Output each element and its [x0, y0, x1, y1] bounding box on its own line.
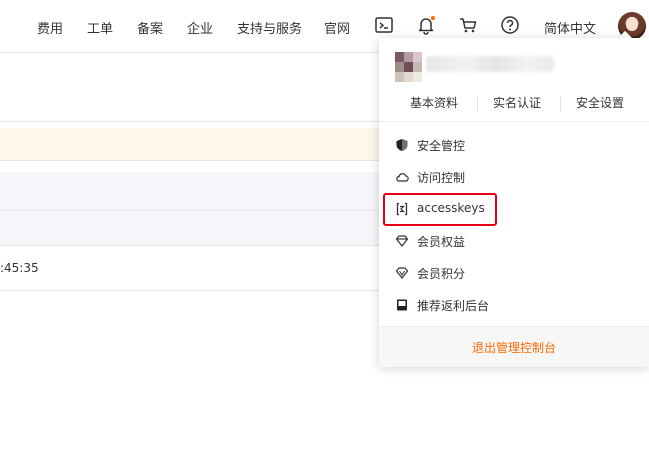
dropdown-footer: 退出管理控制台	[379, 326, 649, 367]
nav-official-site[interactable]: 官网	[324, 18, 350, 37]
menu-label: 推荐返利后台	[417, 299, 490, 313]
monitor-icon	[397, 299, 407, 311]
link-profile[interactable]: 基本资料	[410, 94, 458, 111]
menu-label: 会员积分	[417, 267, 466, 281]
link-real-name-auth[interactable]: 实名认证	[493, 94, 541, 111]
menu-item-referral-backend[interactable]: 推荐返利后台	[379, 294, 649, 318]
menu-item-member-benefits[interactable]: 会员权益	[379, 230, 649, 254]
account-quick-links: 基本资料 实名认证 安全设置	[379, 92, 649, 112]
shield-icon	[396, 139, 408, 151]
menu-item-security-control[interactable]: 安全管控	[379, 134, 649, 158]
account-name-blurred	[426, 56, 554, 72]
gem-icon	[395, 267, 409, 279]
cart-icon[interactable]	[458, 15, 478, 35]
menu-label: 安全管控	[417, 139, 466, 153]
separator	[477, 97, 478, 111]
menu-item-member-points[interactable]: 会员积分	[379, 262, 649, 286]
menu-item-access-control[interactable]: 访问控制	[379, 166, 649, 190]
menu-label: 访问控制	[417, 171, 466, 185]
diamond-icon	[395, 235, 409, 247]
terminal-icon[interactable]	[374, 15, 394, 35]
table-cell-time: :45:35	[0, 261, 39, 275]
nav-tickets[interactable]: 工单	[87, 18, 113, 37]
account-dropdown: 基本资料 实名认证 安全设置 安全管控 访问控制 accesskeys 会员权益	[379, 38, 649, 367]
help-icon[interactable]	[500, 15, 520, 35]
nav-icp[interactable]: 备案	[137, 18, 163, 37]
nav-enterprise[interactable]: 企业	[187, 18, 213, 37]
language-switch[interactable]: 简体中文	[544, 18, 596, 37]
nav-billing[interactable]: 费用	[37, 18, 63, 37]
separator	[560, 97, 561, 111]
nav-support[interactable]: 支持与服务	[237, 18, 302, 37]
divider	[379, 121, 649, 122]
menu-label: 会员权益	[417, 235, 466, 249]
link-security-settings[interactable]: 安全设置	[576, 94, 624, 111]
cloud-icon	[396, 173, 409, 182]
highlight-annotation-box	[383, 193, 497, 226]
notification-dot	[431, 16, 435, 20]
logout-link[interactable]: 退出管理控制台	[379, 339, 649, 356]
